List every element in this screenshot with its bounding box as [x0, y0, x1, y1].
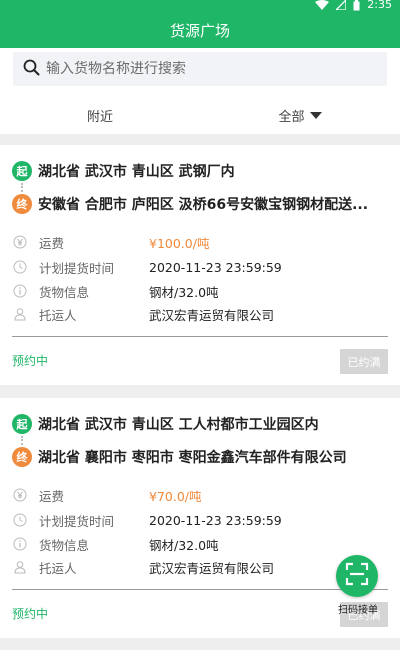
origin-badge: 起 — [12, 414, 32, 434]
cargo-card[interactable]: 起 湖北省 武汉市 青山区 武钢厂内 终 安徽省 合肥市 庐阳区 汲桥66号安徽… — [0, 145, 400, 385]
destination-address: 湖北省 襄阳市 枣阳市 枣阳金鑫汽车部件有限公司 — [38, 450, 347, 466]
goods-info-value: 钢材/32.0吨 — [149, 284, 219, 300]
destination-badge: 终 — [12, 194, 32, 214]
goods-info-row: 货物信息 钢材/32.0吨 — [12, 534, 219, 554]
route-connector — [21, 436, 23, 445]
caret-down-icon — [309, 111, 322, 119]
fee-value: ¥100.0/吨 — [149, 235, 210, 251]
tab-all[interactable]: 全部 — [200, 96, 400, 134]
wifi-icon — [315, 0, 330, 10]
route-origin: 起 湖北省 武汉市 青山区 工人村都市工业园区内 — [12, 413, 319, 435]
goods-info-value: 钢材/32.0吨 — [149, 537, 219, 553]
route-origin: 起 湖北省 武汉市 青山区 武钢厂内 — [12, 160, 235, 182]
fully-booked-button[interactable]: 已约满 — [340, 349, 388, 374]
fee-label: 运费 — [39, 488, 65, 504]
route-destination: 终 湖北省 襄阳市 枣阳市 枣阳金鑫汽车部件有限公司 — [12, 446, 347, 468]
tab-all-label: 全部 — [278, 109, 305, 125]
search-area — [0, 48, 400, 96]
search-input[interactable] — [46, 61, 366, 77]
yen-icon — [12, 487, 28, 503]
search-box[interactable] — [13, 52, 387, 86]
goods-info-label: 货物信息 — [39, 537, 90, 553]
pickup-time-label: 计划提货时间 — [39, 513, 115, 529]
shipper-label: 托运人 — [39, 560, 77, 576]
route-destination: 终 安徽省 合肥市 庐阳区 汲桥66号安徽宝钢钢材配送... — [12, 193, 368, 215]
pickup-time-label: 计划提货时间 — [39, 260, 115, 276]
clock-icon — [12, 259, 28, 275]
info-icon — [12, 283, 28, 299]
scan-icon — [345, 562, 369, 590]
shipper-row: 托运人 武汉宏青运贸有限公司 — [12, 304, 274, 324]
status-bar: 2:35 — [0, 0, 400, 12]
card-divider — [12, 589, 388, 590]
origin-address: 湖北省 武汉市 青山区 武钢厂内 — [38, 164, 235, 180]
yen-icon — [12, 234, 28, 250]
pickup-time-value: 2020-11-23 23:59:59 — [149, 259, 282, 275]
origin-badge: 起 — [12, 161, 32, 181]
pickup-time-row: 计划提货时间 2020-11-23 23:59:59 — [12, 257, 282, 277]
status-icons: 2:35 — [315, 0, 392, 11]
fee-value: ¥70.0/吨 — [149, 488, 202, 504]
goods-info-row: 货物信息 钢材/32.0吨 — [12, 281, 219, 301]
tab-bar: 附近 全部 — [0, 96, 400, 230]
shipper-value: 武汉宏青运贸有限公司 — [149, 307, 275, 323]
shipper-value: 武汉宏青运贸有限公司 — [149, 560, 275, 576]
status-time: 2:35 — [367, 0, 392, 11]
status-badge: 预约中 — [12, 607, 49, 621]
tab-nearby-label: 附近 — [86, 109, 113, 125]
clock-icon — [12, 512, 28, 528]
origin-address: 湖北省 武汉市 青山区 工人村都市工业园区内 — [38, 417, 319, 433]
goods-info-label: 货物信息 — [39, 284, 90, 300]
fee-label: 运费 — [39, 235, 65, 251]
destination-address: 安徽省 合肥市 庐阳区 汲桥66号安徽宝钢钢材配送... — [38, 197, 369, 213]
status-badge: 预约中 — [12, 354, 49, 368]
pickup-time-row: 计划提货时间 2020-11-23 23:59:59 — [12, 510, 282, 530]
fee-row: 运费 ¥100.0/吨 — [12, 232, 209, 252]
route-connector — [21, 183, 23, 192]
fee-row: 运费 ¥70.0/吨 — [12, 485, 202, 505]
tab-nearby[interactable]: 附近 — [0, 96, 200, 134]
pickup-time-value: 2020-11-23 23:59:59 — [149, 512, 282, 528]
scan-order-button[interactable] — [336, 555, 378, 597]
info-icon — [12, 536, 28, 552]
page-title: 货源广场 — [169, 21, 230, 40]
person-icon — [12, 306, 28, 322]
search-icon — [23, 59, 40, 80]
app-header: 货源广场 — [0, 12, 400, 48]
shipper-row: 托运人 武汉宏青运贸有限公司 — [12, 557, 274, 577]
signal-icon — [336, 0, 347, 10]
person-icon — [12, 559, 28, 575]
scan-order-label[interactable]: 扫码接单 — [334, 601, 382, 616]
destination-badge: 终 — [12, 447, 32, 467]
shipper-label: 托运人 — [39, 307, 77, 323]
card-divider — [12, 336, 388, 337]
battery-icon — [353, 0, 360, 11]
